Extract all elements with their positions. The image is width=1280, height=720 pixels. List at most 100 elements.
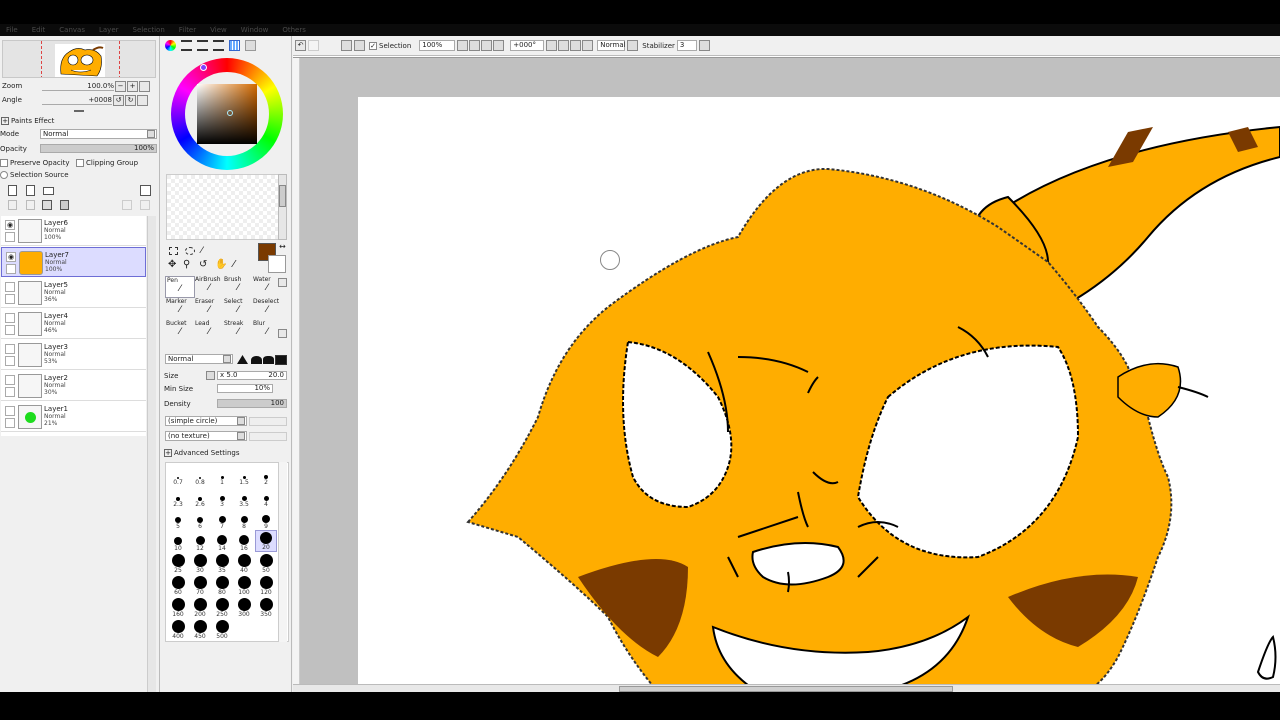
brush-size-preset[interactable]: 70	[189, 574, 211, 596]
magic-wand-icon[interactable]: ⁄	[201, 246, 203, 256]
layer-row[interactable]: Layer4 Normal 46%	[1, 309, 146, 339]
vertical-scrollbar[interactable]	[293, 58, 300, 684]
layer-row[interactable]: Layer5 Normal 36%	[1, 278, 146, 308]
view-mode-icon[interactable]	[627, 40, 639, 51]
color-wheel-mode-icon[interactable]	[165, 40, 176, 51]
drawing-canvas[interactable]	[358, 97, 1280, 692]
rotate-right-button[interactable]: ↻	[125, 94, 136, 106]
rotate-reset-icon[interactable]	[570, 40, 582, 51]
eyedropper-icon[interactable]: ⁄	[233, 259, 235, 270]
rotate-left-button[interactable]: ↺	[113, 94, 124, 106]
menu-item-layer[interactable]: Layer	[99, 26, 119, 34]
zoom-out-icon[interactable]	[457, 40, 469, 51]
tool-select[interactable]: Select ⁄	[223, 298, 253, 320]
brush-size-preset[interactable]: 10	[167, 530, 189, 552]
zoom-fit-icon[interactable]	[481, 40, 493, 51]
opacity-slider[interactable]: 100%	[40, 144, 157, 153]
rect-select-icon[interactable]	[169, 247, 178, 255]
zoom-field[interactable]: 100%	[419, 40, 456, 51]
brush-size-preset[interactable]: 1	[211, 464, 233, 486]
lock-toggle[interactable]	[5, 418, 15, 428]
size-slider[interactable]: x 5.0 20.0	[217, 371, 287, 380]
brush-size-preset[interactable]: 450	[189, 618, 211, 640]
layer-panel-menu-icon[interactable]	[140, 185, 151, 196]
brush-size-preset[interactable]: 0.7	[167, 464, 189, 486]
visibility-toggle[interactable]	[5, 406, 15, 416]
zoom-tool-icon[interactable]: ⚲	[183, 259, 190, 270]
swap-colors-icon[interactable]: ↔	[279, 242, 286, 251]
mask-icon[interactable]	[122, 200, 132, 210]
brush-size-preset[interactable]: 80	[211, 574, 233, 596]
brush-size-preset[interactable]: 7	[211, 508, 233, 530]
menu-item-others[interactable]: Others	[282, 26, 306, 34]
brush-texture-strength[interactable]	[249, 432, 287, 441]
menu-item-filter[interactable]: Filter	[179, 26, 196, 34]
edge-flat-icon[interactable]	[275, 355, 287, 365]
brush-size-preset[interactable]: 8	[233, 508, 255, 530]
rotate-tool-icon[interactable]: ↺	[199, 259, 207, 270]
brush-shape-select[interactable]: (simple circle)	[165, 416, 247, 426]
brush-size-preset[interactable]: 100	[233, 574, 255, 596]
brush-size-preset[interactable]: 0.8	[189, 464, 211, 486]
lock-toggle[interactable]	[5, 387, 15, 397]
zoom-actual-icon[interactable]	[493, 40, 505, 51]
preserve-opacity-checkbox[interactable]	[0, 159, 8, 167]
rotate-reset-button[interactable]	[137, 94, 148, 106]
brush-size-preset[interactable]: 60	[167, 574, 189, 596]
rotate-cw-icon[interactable]	[558, 40, 570, 51]
merge-down-icon[interactable]	[26, 200, 35, 210]
redo-icon[interactable]	[308, 40, 319, 51]
brush-size-preset[interactable]: 300	[233, 596, 255, 618]
brush-size-preset[interactable]: 30	[189, 552, 211, 574]
invert-selection-icon[interactable]	[354, 40, 365, 51]
flip-icon[interactable]	[582, 40, 594, 51]
brush-size-preset[interactable]: 9	[255, 508, 277, 530]
lock-toggle[interactable]	[5, 356, 15, 366]
new-folder-icon[interactable]	[43, 187, 54, 195]
view-mode-field[interactable]: Normal	[597, 40, 626, 51]
move-icon[interactable]: ✥	[168, 259, 176, 270]
new-layer-icon[interactable]	[8, 185, 17, 196]
selection-checkbox[interactable]: ✓	[369, 41, 377, 50]
layer-row[interactable]: ◉ Layer7 Normal 100%	[1, 247, 146, 277]
brush-size-preset[interactable]: 500	[211, 618, 233, 640]
brush-size-preset[interactable]: 200	[189, 596, 211, 618]
zoom-in-button[interactable]: +	[127, 80, 138, 92]
lock-toggle[interactable]	[5, 232, 15, 242]
brush-size-preset[interactable]: 400	[167, 618, 189, 640]
hand-icon[interactable]: ✋	[215, 259, 227, 270]
rgb-slider-icon[interactable]	[181, 40, 192, 51]
stabilizer-field[interactable]: 3	[676, 40, 697, 51]
brush-size-preset[interactable]: 5	[167, 508, 189, 530]
clipping-group-checkbox[interactable]	[76, 159, 84, 167]
edge-soft-icon[interactable]	[251, 356, 262, 364]
brush-size-preset[interactable]: 250	[211, 596, 233, 618]
lock-toggle[interactable]	[5, 294, 15, 304]
swatches-icon[interactable]	[213, 40, 224, 51]
size-lock-checkbox[interactable]	[206, 371, 215, 380]
brush-size-preset[interactable]: 3.5	[233, 486, 255, 508]
visibility-toggle[interactable]	[5, 375, 15, 385]
visibility-toggle[interactable]	[5, 344, 15, 354]
scratchpad-area[interactable]	[166, 174, 286, 240]
brush-size-preset[interactable]: 4	[255, 486, 277, 508]
menu-item-view[interactable]: View	[210, 26, 227, 34]
brush-size-preset[interactable]: 12	[189, 530, 211, 552]
menu-item-file[interactable]: File	[6, 26, 18, 34]
tool-lead[interactable]: Lead ⁄	[194, 320, 224, 342]
brush-size-preset[interactable]: 50	[255, 552, 277, 574]
scratchpad-scrollbar[interactable]	[278, 174, 287, 240]
lock-toggle[interactable]	[5, 325, 15, 335]
brush-size-preset[interactable]: 14	[211, 530, 233, 552]
brush-size-preset[interactable]: 40	[233, 552, 255, 574]
zoom-out-button[interactable]: −	[115, 80, 126, 92]
brush-shape-strength[interactable]	[249, 417, 287, 426]
layer-row[interactable]: ◉ Layer6 Normal 100%	[1, 216, 146, 246]
color-grid-icon[interactable]	[229, 40, 240, 51]
tool-eraser[interactable]: Eraser ⁄	[194, 298, 224, 320]
brush-size-preset[interactable]: 1.5	[233, 464, 255, 486]
tool-pen[interactable]: Pen ⁄	[165, 276, 195, 298]
angle-field[interactable]: +000°	[510, 40, 545, 51]
horizontal-scrollbar[interactable]	[293, 684, 1280, 692]
brush-size-scrollbar[interactable]	[278, 462, 287, 642]
